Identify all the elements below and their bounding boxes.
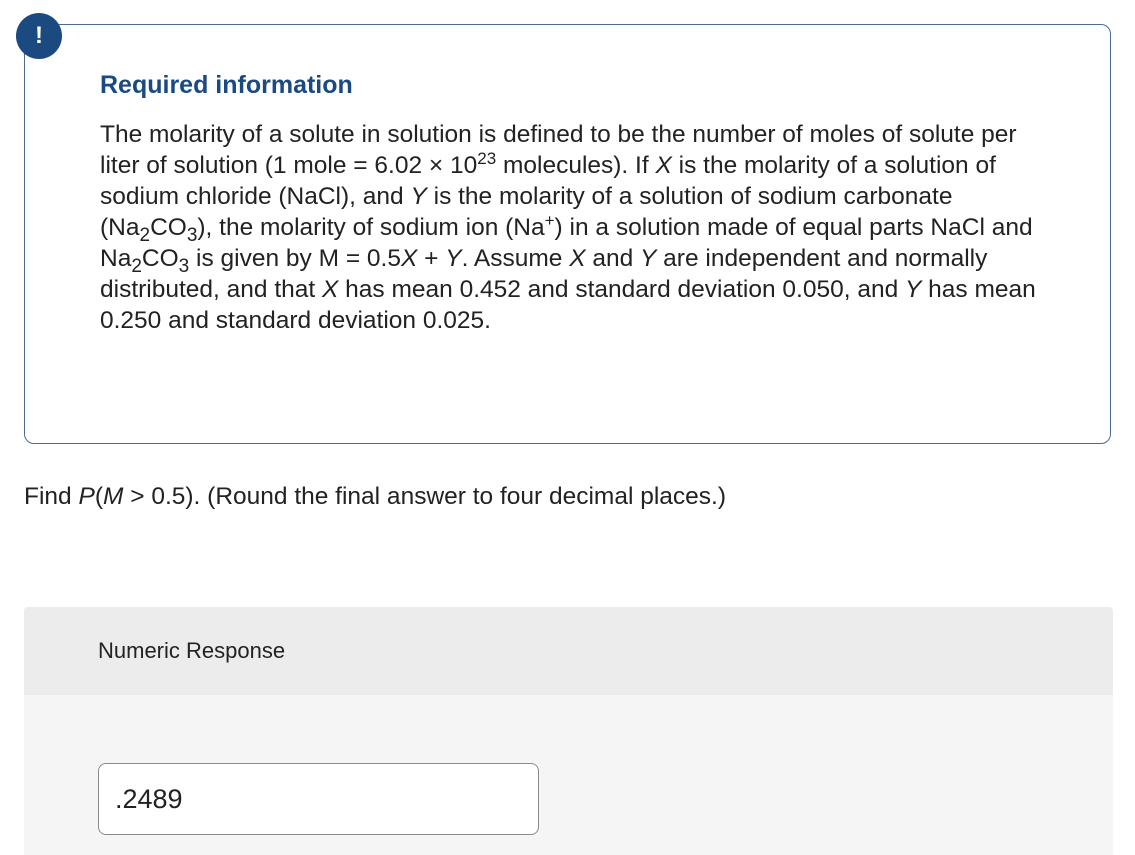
response-label: Numeric Response [98,638,286,663]
info-title: Required information [100,71,353,99]
variable-x: X [401,245,418,272]
variable-y: Y [640,245,657,272]
text-segment: . Assume [461,245,570,272]
variable-x: X [655,152,672,179]
text-segment: CO [150,214,187,241]
question-segment: Find [24,483,79,510]
variable-y: Y [905,276,922,303]
variable-m: M [102,483,124,510]
problem-statement: The molarity of a solute in solution is … [100,119,1040,336]
text-segment: CO [141,245,179,272]
variable-x: X [569,245,586,272]
question-segment: > 0.5). (Round the final answer to four … [123,483,727,510]
answer-input[interactable] [98,763,539,835]
text-segment: molecules). If [496,152,656,179]
text-segment: ), the molarity of sodium ion (Na [197,214,545,241]
subscript: 3 [178,255,190,277]
exponent: 23 [477,148,497,168]
question-text: Find P(M > 0.5). (Round the final answer… [24,483,726,511]
variable-x: X [322,276,339,303]
numeric-response-panel: Numeric Response [24,607,1113,855]
subscript: 3 [186,224,198,246]
text-segment: has mean 0.452 and standard deviation 0.… [338,276,906,303]
probability-symbol: P [78,483,95,510]
text-segment: + [417,245,446,272]
question-segment: ( [94,483,103,510]
variable-y: Y [410,183,427,210]
subscript: 2 [131,255,142,277]
variable-y: Y [445,245,462,272]
text-segment: and [585,245,641,272]
superscript-plus: + [544,210,555,230]
exclamation-icon: ! [16,13,62,59]
subscript: 2 [139,224,151,246]
text-segment: is given by M = 0.5 [189,245,401,272]
required-information-box: Required information The molarity of a s… [24,24,1111,444]
response-header: Numeric Response [24,607,1113,695]
